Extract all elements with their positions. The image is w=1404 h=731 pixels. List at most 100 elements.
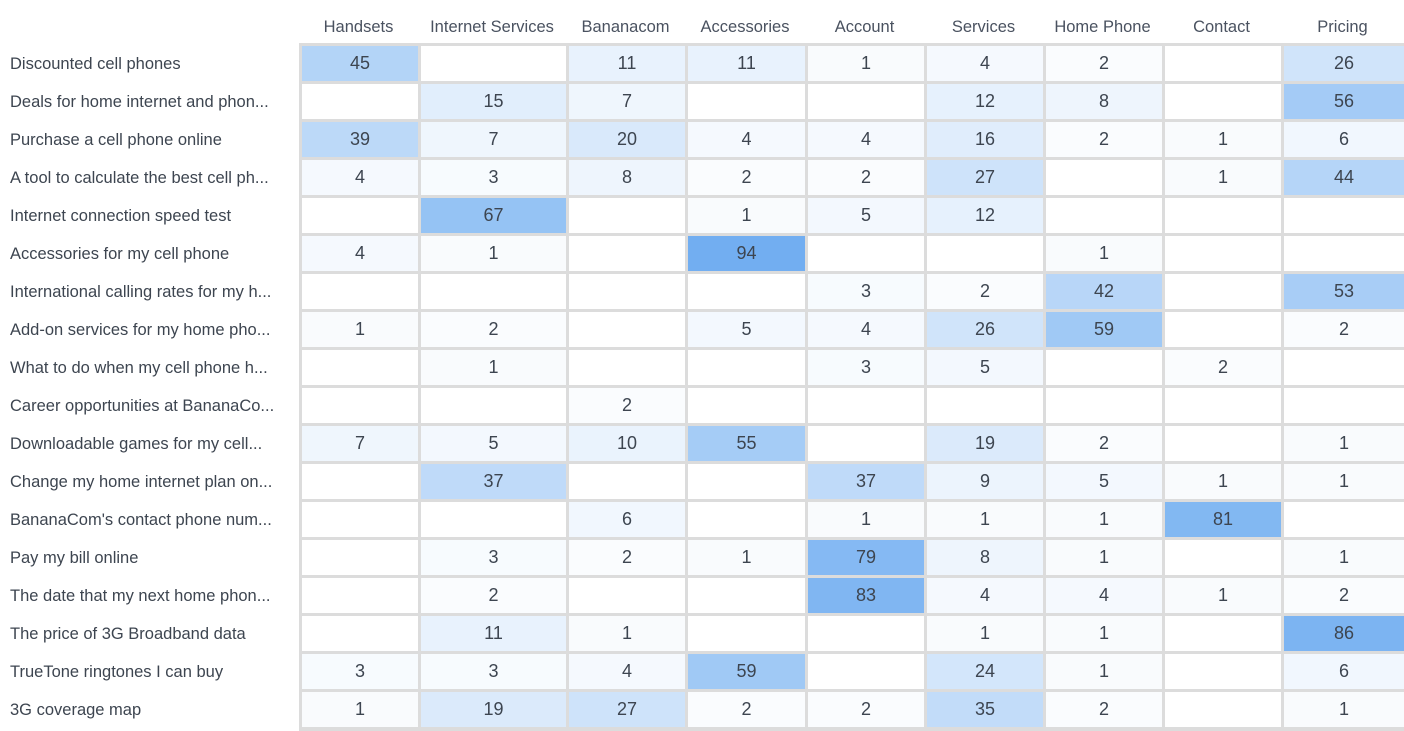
heatmap-cell[interactable]: 4 — [927, 578, 1043, 613]
heatmap-cell[interactable]: 5 — [927, 350, 1043, 385]
heatmap-cell[interactable]: 2 — [808, 692, 924, 727]
heatmap-cell[interactable] — [808, 84, 924, 119]
heatmap-cell[interactable]: 2 — [1046, 46, 1162, 81]
heatmap-cell[interactable]: 37 — [421, 464, 566, 499]
heatmap-cell[interactable]: 45 — [302, 46, 418, 81]
heatmap-cell[interactable] — [808, 616, 924, 651]
heatmap-cell[interactable] — [1284, 198, 1404, 233]
heatmap-cell[interactable]: 3 — [421, 654, 566, 689]
heatmap-cell[interactable] — [1165, 692, 1281, 727]
heatmap-cell[interactable]: 2 — [688, 692, 805, 727]
heatmap-cell[interactable] — [688, 274, 805, 309]
row-label[interactable]: Change my home internet plan on... — [10, 463, 295, 501]
heatmap-cell[interactable] — [1165, 274, 1281, 309]
heatmap-cell[interactable]: 5 — [808, 198, 924, 233]
heatmap-cell[interactable]: 5 — [421, 426, 566, 461]
heatmap-cell[interactable]: 3 — [421, 160, 566, 195]
heatmap-cell[interactable] — [569, 274, 685, 309]
heatmap-cell[interactable] — [302, 274, 418, 309]
heatmap-cell[interactable] — [302, 84, 418, 119]
heatmap-cell[interactable]: 83 — [808, 578, 924, 613]
heatmap-cell[interactable]: 2 — [421, 312, 566, 347]
heatmap-cell[interactable]: 55 — [688, 426, 805, 461]
heatmap-cell[interactable]: 2 — [1284, 312, 1404, 347]
heatmap-cell[interactable] — [1165, 540, 1281, 575]
heatmap-cell[interactable]: 4 — [1046, 578, 1162, 613]
heatmap-cell[interactable] — [1165, 236, 1281, 271]
heatmap-cell[interactable]: 1 — [569, 616, 685, 651]
row-label[interactable]: Accessories for my cell phone — [10, 235, 295, 273]
heatmap-cell[interactable]: 1 — [1165, 464, 1281, 499]
heatmap-cell[interactable]: 2 — [569, 388, 685, 423]
heatmap-cell[interactable] — [421, 388, 566, 423]
heatmap-cell[interactable]: 1 — [1046, 540, 1162, 575]
heatmap-cell[interactable]: 86 — [1284, 616, 1404, 651]
row-label[interactable]: Purchase a cell phone online — [10, 121, 295, 159]
heatmap-cell[interactable]: 56 — [1284, 84, 1404, 119]
heatmap-cell[interactable]: 1 — [302, 312, 418, 347]
heatmap-cell[interactable]: 53 — [1284, 274, 1404, 309]
column-header[interactable]: Contact — [1162, 14, 1281, 40]
heatmap-cell[interactable] — [927, 388, 1043, 423]
column-header[interactable]: Account — [805, 14, 924, 40]
heatmap-cell[interactable] — [1165, 198, 1281, 233]
heatmap-cell[interactable] — [1046, 350, 1162, 385]
row-label[interactable]: Add-on services for my home pho... — [10, 311, 295, 349]
heatmap-cell[interactable]: 6 — [569, 502, 685, 537]
row-label[interactable]: The date that my next home phon... — [10, 577, 295, 615]
heatmap-cell[interactable]: 1 — [1046, 236, 1162, 271]
heatmap-cell[interactable]: 19 — [421, 692, 566, 727]
heatmap-cell[interactable]: 3 — [808, 350, 924, 385]
row-label[interactable]: Pay my bill online — [10, 539, 295, 577]
heatmap-cell[interactable]: 1 — [1284, 692, 1404, 727]
heatmap-cell[interactable] — [302, 540, 418, 575]
heatmap-cell[interactable] — [808, 426, 924, 461]
heatmap-cell[interactable]: 27 — [927, 160, 1043, 195]
heatmap-cell[interactable]: 59 — [688, 654, 805, 689]
heatmap-cell[interactable]: 2 — [1046, 426, 1162, 461]
heatmap-cell[interactable]: 20 — [569, 122, 685, 157]
heatmap-cell[interactable]: 2 — [1165, 350, 1281, 385]
heatmap-cell[interactable]: 1 — [688, 198, 805, 233]
heatmap-cell[interactable] — [569, 312, 685, 347]
heatmap-cell[interactable]: 27 — [569, 692, 685, 727]
heatmap-cell[interactable]: 1 — [808, 46, 924, 81]
heatmap-cell[interactable] — [808, 236, 924, 271]
heatmap-cell[interactable]: 7 — [421, 122, 566, 157]
heatmap-cell[interactable]: 79 — [808, 540, 924, 575]
column-header[interactable]: Internet Services — [418, 14, 566, 40]
heatmap-cell[interactable]: 16 — [927, 122, 1043, 157]
heatmap-cell[interactable] — [1046, 388, 1162, 423]
heatmap-cell[interactable]: 1 — [1165, 578, 1281, 613]
heatmap-cell[interactable]: 1 — [1046, 616, 1162, 651]
heatmap-cell[interactable] — [1046, 160, 1162, 195]
heatmap-cell[interactable]: 11 — [421, 616, 566, 651]
heatmap-cell[interactable]: 4 — [302, 160, 418, 195]
heatmap-cell[interactable]: 5 — [1046, 464, 1162, 499]
heatmap-cell[interactable] — [302, 198, 418, 233]
heatmap-cell[interactable]: 4 — [569, 654, 685, 689]
heatmap-cell[interactable]: 1 — [421, 350, 566, 385]
heatmap-cell[interactable] — [569, 350, 685, 385]
heatmap-cell[interactable]: 1 — [1284, 426, 1404, 461]
heatmap-cell[interactable]: 1 — [1046, 654, 1162, 689]
heatmap-cell[interactable] — [808, 654, 924, 689]
heatmap-cell[interactable]: 2 — [569, 540, 685, 575]
heatmap-cell[interactable]: 4 — [927, 46, 1043, 81]
heatmap-cell[interactable]: 10 — [569, 426, 685, 461]
heatmap-cell[interactable]: 67 — [421, 198, 566, 233]
row-label[interactable]: A tool to calculate the best cell ph... — [10, 159, 295, 197]
heatmap-cell[interactable]: 1 — [1165, 160, 1281, 195]
heatmap-cell[interactable] — [1165, 312, 1281, 347]
heatmap-cell[interactable]: 3 — [421, 540, 566, 575]
column-header[interactable]: Services — [924, 14, 1043, 40]
heatmap-cell[interactable]: 7 — [302, 426, 418, 461]
heatmap-cell[interactable] — [421, 502, 566, 537]
heatmap-cell[interactable] — [302, 502, 418, 537]
heatmap-cell[interactable]: 24 — [927, 654, 1043, 689]
heatmap-cell[interactable] — [688, 502, 805, 537]
row-label[interactable]: Discounted cell phones — [10, 45, 295, 83]
heatmap-cell[interactable]: 12 — [927, 84, 1043, 119]
heatmap-cell[interactable] — [302, 350, 418, 385]
heatmap-cell[interactable]: 8 — [1046, 84, 1162, 119]
